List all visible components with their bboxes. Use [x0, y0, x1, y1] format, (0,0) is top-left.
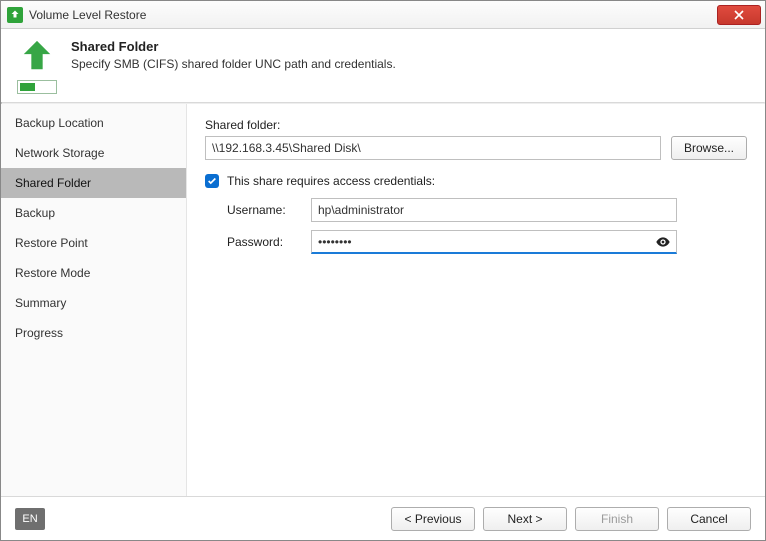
close-button[interactable]: [717, 5, 761, 25]
wizard-main-panel: Shared folder: Browse... This share requ…: [187, 104, 765, 496]
username-input[interactable]: [311, 198, 677, 222]
shared-folder-input[interactable]: [205, 136, 661, 160]
sidebar-item-restore-point[interactable]: Restore Point: [1, 228, 186, 258]
sidebar-item-backup-location[interactable]: Backup Location: [1, 108, 186, 138]
language-indicator[interactable]: EN: [15, 508, 45, 530]
cancel-button[interactable]: Cancel: [667, 507, 751, 531]
titlebar: Volume Level Restore: [1, 1, 765, 29]
window-title: Volume Level Restore: [29, 8, 717, 22]
password-label: Password:: [227, 235, 303, 249]
wizard-window: Volume Level Restore Shared Folder Speci…: [0, 0, 766, 541]
browse-button[interactable]: Browse...: [671, 136, 747, 160]
sidebar-item-restore-mode[interactable]: Restore Mode: [1, 258, 186, 288]
sidebar-item-shared-folder[interactable]: Shared Folder: [1, 168, 186, 198]
sidebar-item-progress[interactable]: Progress: [1, 318, 186, 348]
password-input[interactable]: [311, 230, 677, 254]
shared-folder-label: Shared folder:: [205, 118, 747, 132]
sidebar-item-network-storage[interactable]: Network Storage: [1, 138, 186, 168]
wizard-step-subtitle: Specify SMB (CIFS) shared folder UNC pat…: [71, 57, 396, 71]
next-button[interactable]: Next >: [483, 507, 567, 531]
app-icon: [7, 7, 23, 23]
requires-creds-checkbox[interactable]: [205, 174, 219, 188]
wizard-header: Shared Folder Specify SMB (CIFS) shared …: [1, 29, 765, 102]
reveal-password-icon[interactable]: [655, 234, 671, 250]
progress-bar-icon: [17, 80, 57, 94]
previous-button[interactable]: < Previous: [391, 507, 475, 531]
wizard-steps-sidebar: Backup Location Network Storage Shared F…: [1, 104, 187, 496]
finish-button: Finish: [575, 507, 659, 531]
requires-creds-label: This share requires access credentials:: [227, 174, 435, 188]
sidebar-item-backup[interactable]: Backup: [1, 198, 186, 228]
sidebar-item-summary[interactable]: Summary: [1, 288, 186, 318]
wizard-header-icon: [15, 39, 59, 94]
wizard-footer: EN < Previous Next > Finish Cancel: [1, 496, 765, 540]
username-label: Username:: [227, 203, 303, 217]
restore-arrow-icon: [18, 39, 56, 76]
wizard-step-title: Shared Folder: [71, 39, 396, 54]
